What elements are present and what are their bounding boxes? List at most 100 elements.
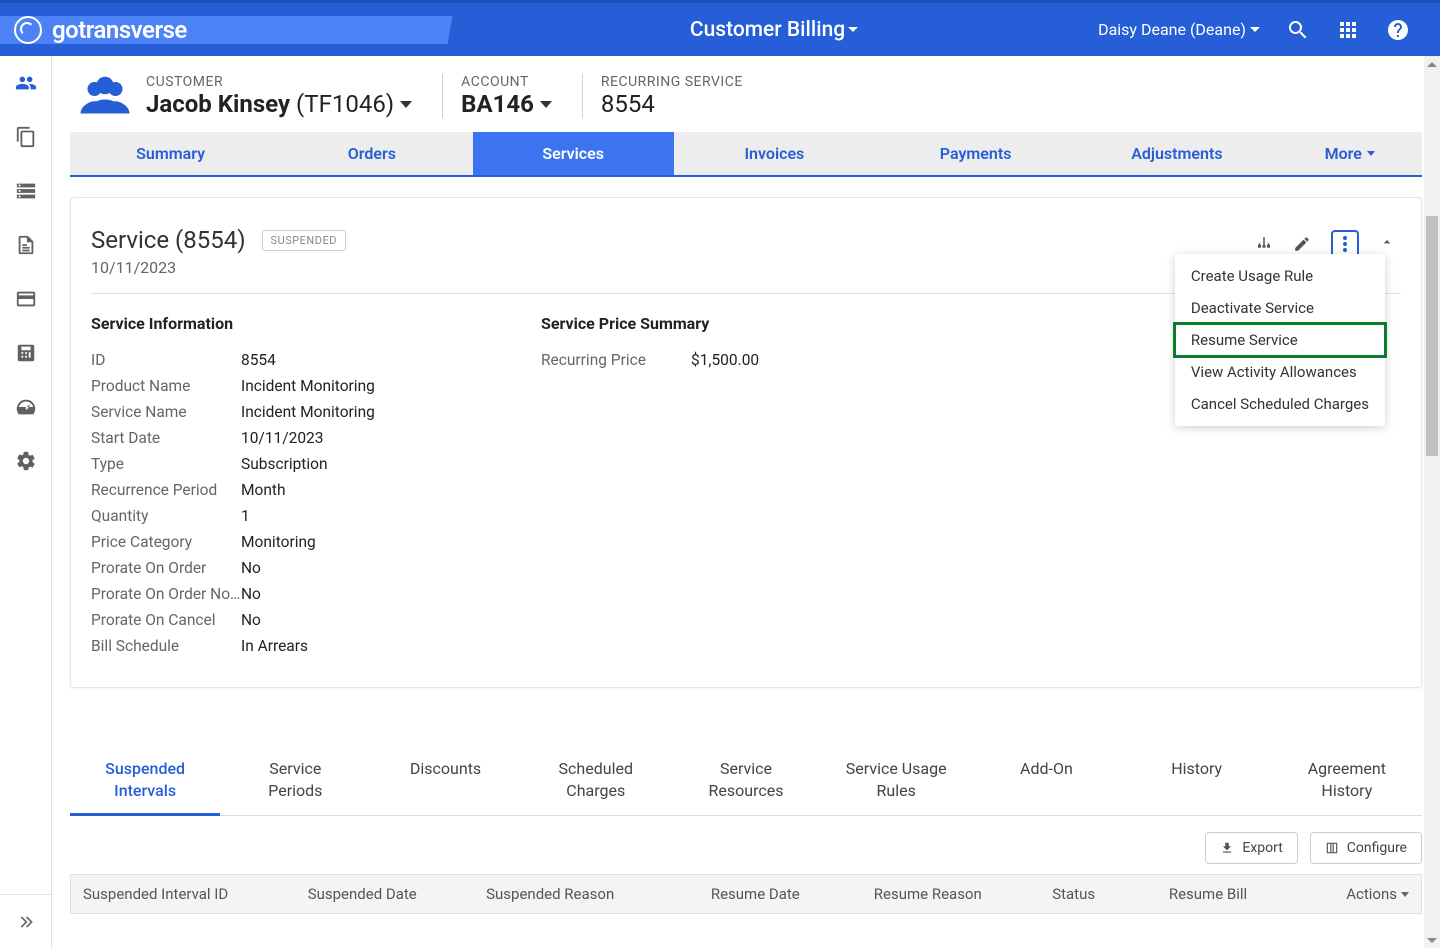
caret-down-icon: [1250, 27, 1260, 32]
tab-invoices[interactable]: Invoices: [674, 132, 875, 175]
apps-grid-icon[interactable]: [1336, 18, 1360, 42]
status-badge: SUSPENDED: [262, 230, 346, 251]
info-label: Type: [91, 455, 241, 473]
th-resume-date[interactable]: Resume Date: [699, 875, 862, 913]
service-info-heading: Service Information: [91, 314, 501, 333]
tab-payments[interactable]: Payments: [875, 132, 1076, 175]
tab-services[interactable]: Services: [473, 132, 674, 175]
menu-view-activity-allowances[interactable]: View Activity Allowances: [1175, 356, 1385, 388]
download-icon: [1220, 841, 1234, 855]
subtab-history[interactable]: History: [1122, 748, 1272, 815]
columns-icon: [1325, 841, 1339, 855]
sidebar-expand[interactable]: [0, 894, 51, 948]
tab-orders[interactable]: Orders: [271, 132, 472, 175]
info-value: Incident Monitoring: [241, 403, 375, 421]
sidebar: [0, 56, 52, 948]
subtab-scheduled-charges[interactable]: ScheduledCharges: [521, 748, 671, 815]
th-actions[interactable]: Actions: [1304, 875, 1421, 913]
price-row: Recurring Price$1,500.00: [541, 347, 951, 373]
caret-down-icon: [540, 101, 552, 108]
info-value: In Arrears: [241, 637, 308, 655]
th-suspended-date[interactable]: Suspended Date: [296, 875, 474, 913]
subtab-service-periods[interactable]: ServicePeriods: [220, 748, 370, 815]
info-label: Prorate On Order: [91, 559, 241, 577]
info-label: Service Name: [91, 403, 241, 421]
subtab-discounts[interactable]: Discounts: [370, 748, 520, 815]
sidebar-customers[interactable]: [0, 56, 51, 110]
info-label: Quantity: [91, 507, 241, 525]
topbar-brand-area: gotransverse: [0, 16, 450, 44]
info-label: Start Date: [91, 429, 241, 447]
subtab-add-on[interactable]: Add-On: [971, 748, 1121, 815]
main-tabs: Summary Orders Services Invoices Payment…: [70, 132, 1422, 177]
info-row: Prorate On OrderNo: [91, 555, 501, 581]
th-resume-bill[interactable]: Resume Bill: [1157, 875, 1305, 913]
page-title-dropdown[interactable]: Customer Billing: [690, 18, 858, 42]
sub-tabs: SuspendedIntervals ServicePeriods Discou…: [70, 748, 1422, 816]
tab-summary[interactable]: Summary: [70, 132, 271, 175]
th-suspended-interval-id[interactable]: Suspended Interval ID: [71, 875, 296, 913]
price-value: $1,500.00: [691, 351, 759, 369]
export-button[interactable]: Export: [1205, 832, 1297, 864]
table-header: Suspended Interval ID Suspended Date Sus…: [70, 874, 1422, 914]
menu-create-usage-rule[interactable]: Create Usage Rule: [1175, 260, 1385, 292]
user-menu[interactable]: Daisy Deane (Deane): [1098, 20, 1260, 39]
search-icon[interactable]: [1286, 18, 1310, 42]
scrollbar-thumb[interactable]: [1426, 216, 1438, 456]
help-icon[interactable]: [1386, 18, 1410, 42]
info-value: 8554: [241, 351, 276, 369]
info-value: 10/11/2023: [241, 429, 323, 447]
scroll-down-icon[interactable]: [1424, 932, 1440, 948]
info-row: Recurrence PeriodMonth: [91, 477, 501, 503]
customer-icon: [76, 75, 134, 117]
account-selector[interactable]: BA146: [461, 90, 552, 118]
th-status[interactable]: Status: [1040, 875, 1157, 913]
account-label: ACCOUNT: [461, 74, 552, 90]
info-row: Product NameIncident Monitoring: [91, 373, 501, 399]
info-value: Monitoring: [241, 533, 316, 551]
collapse-button[interactable]: [1379, 234, 1395, 254]
info-label: Recurrence Period: [91, 481, 241, 499]
service-card: Service (8554) SUSPENDED 10/11/2023 Crea…: [70, 197, 1422, 688]
caret-down-icon: [400, 101, 412, 108]
sidebar-calculator[interactable]: [0, 326, 51, 380]
subtab-service-resources[interactable]: ServiceResources: [671, 748, 821, 815]
info-label: Prorate On Cancel: [91, 611, 241, 629]
th-resume-reason[interactable]: Resume Reason: [862, 875, 1040, 913]
subtab-service-usage-rules[interactable]: Service UsageRules: [821, 748, 971, 815]
edit-icon[interactable]: [1293, 235, 1311, 253]
sidebar-card[interactable]: [0, 272, 51, 326]
info-row: Prorate On CancelNo: [91, 607, 501, 633]
subtab-agreement-history[interactable]: AgreementHistory: [1272, 748, 1422, 815]
sidebar-copy[interactable]: [0, 110, 51, 164]
sidebar-storage[interactable]: [0, 164, 51, 218]
subtab-suspended-intervals[interactable]: SuspendedIntervals: [70, 748, 220, 816]
tab-adjustments[interactable]: Adjustments: [1076, 132, 1277, 175]
info-row: ID8554: [91, 347, 501, 373]
menu-cancel-scheduled-charges[interactable]: Cancel Scheduled Charges: [1175, 388, 1385, 420]
sidebar-settings[interactable]: [0, 434, 51, 488]
scrollbar[interactable]: [1424, 56, 1440, 948]
info-value: No: [241, 611, 261, 629]
menu-resume-service[interactable]: Resume Service: [1175, 324, 1385, 356]
info-value: No: [241, 559, 261, 577]
scroll-up-icon[interactable]: [1424, 56, 1440, 72]
th-suspended-reason[interactable]: Suspended Reason: [474, 875, 699, 913]
sidebar-document[interactable]: [0, 218, 51, 272]
tab-more[interactable]: More: [1278, 132, 1422, 175]
info-label: ID: [91, 351, 241, 369]
brand-logo[interactable]: gotransverse: [14, 16, 187, 44]
info-label: Product Name: [91, 377, 241, 395]
page-title: Customer Billing: [690, 18, 845, 42]
sidebar-gauge[interactable]: [0, 380, 51, 434]
more-actions-menu: Create Usage Rule Deactivate Service Res…: [1175, 254, 1385, 426]
info-label: Price Category: [91, 533, 241, 551]
menu-deactivate-service[interactable]: Deactivate Service: [1175, 292, 1385, 324]
customer-selector[interactable]: Jacob Kinsey (TF1046): [146, 90, 412, 118]
caret-down-icon: [848, 27, 858, 32]
configure-button[interactable]: Configure: [1310, 832, 1422, 864]
topbar: gotransverse Customer Billing Daisy Dean…: [0, 0, 1440, 56]
user-name-label: Daisy Deane (Deane): [1098, 20, 1246, 39]
info-row: Bill ScheduleIn Arrears: [91, 633, 501, 659]
hierarchy-icon[interactable]: [1255, 235, 1273, 253]
